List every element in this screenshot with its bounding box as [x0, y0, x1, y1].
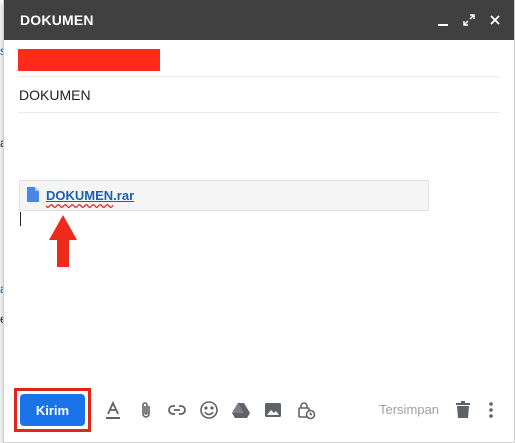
trash-icon[interactable]	[452, 399, 474, 421]
drive-icon[interactable]	[230, 399, 252, 421]
send-button[interactable]: Kirim	[20, 394, 85, 426]
compose-title: DOKUMEN	[20, 12, 94, 28]
window-controls	[434, 10, 504, 30]
recipients-field[interactable]	[18, 42, 500, 77]
subject-field[interactable]: DOKUMEN	[18, 76, 500, 113]
attachment-file-base: DOKUMEN	[46, 188, 114, 203]
subject-text: DOKUMEN	[19, 87, 91, 103]
file-icon	[27, 187, 39, 202]
text-cursor	[20, 212, 21, 226]
close-icon[interactable]	[486, 10, 504, 30]
compose-titlebar[interactable]: DOKUMEN	[4, 0, 514, 40]
attachment-chip[interactable]: DOKUMEN.rar	[19, 180, 429, 211]
emoji-icon[interactable]	[198, 399, 220, 421]
confidential-mode-icon[interactable]	[295, 399, 317, 421]
compose-toolbar: Kirim Tersimpan	[4, 386, 514, 434]
annotation-arrow-up	[49, 215, 77, 267]
more-options-icon[interactable]	[480, 399, 502, 421]
attachment-file-name[interactable]: DOKUMEN.rar	[46, 188, 134, 203]
attach-icon[interactable]	[135, 399, 157, 421]
format-text-icon[interactable]	[102, 399, 124, 421]
draft-saved-status: Tersimpan	[379, 402, 439, 417]
minimize-icon[interactable]	[434, 10, 452, 30]
fullscreen-icon[interactable]	[460, 10, 478, 30]
link-icon[interactable]	[166, 399, 188, 421]
compose-window: DOKUMEN DOKUMEN DOKUMEN.rar Kirim Tersim…	[3, 0, 515, 443]
attachment-file-ext: .rar	[113, 188, 135, 203]
redacted-recipient	[18, 49, 160, 71]
photo-icon[interactable]	[262, 399, 284, 421]
